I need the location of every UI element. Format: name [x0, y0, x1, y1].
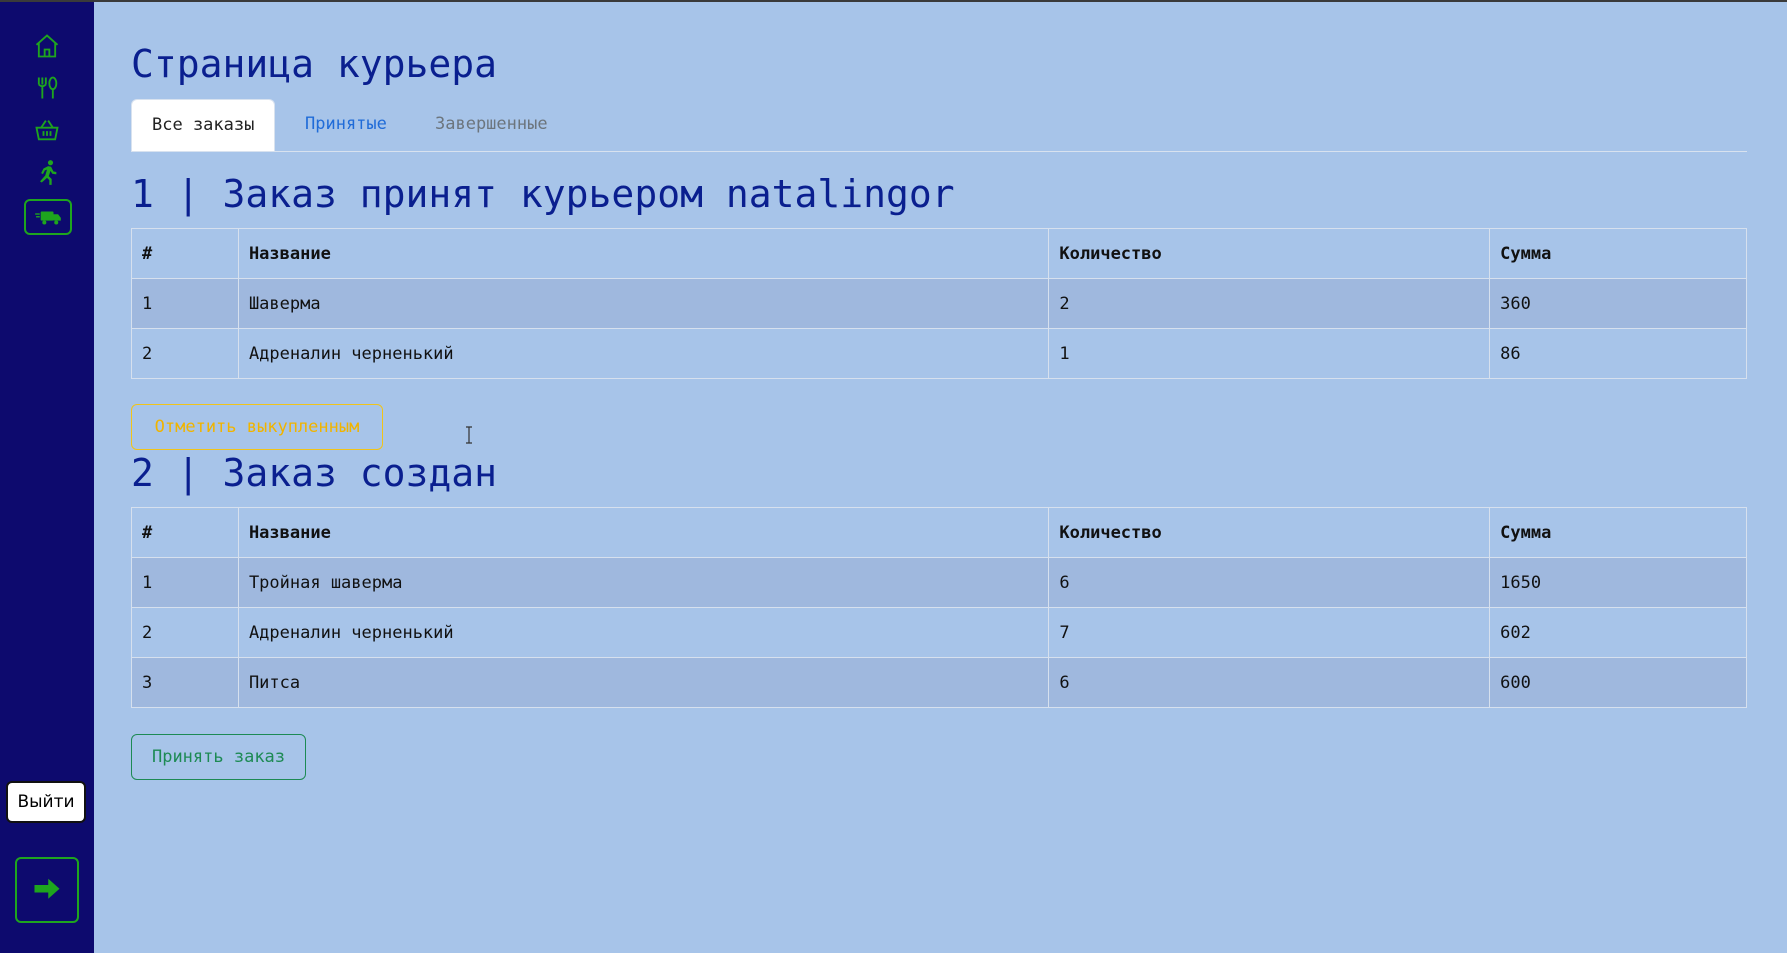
- cell-qty: 6: [1048, 657, 1491, 708]
- mark-purchased-button[interactable]: Отметить выкупленным: [131, 404, 383, 450]
- order-title: 2 | Заказ создан: [131, 451, 498, 495]
- cell-name: Адреналин черненький: [237, 328, 1050, 379]
- cell-name: Шаверма: [237, 278, 1050, 329]
- delivery-truck-icon[interactable]: [24, 199, 72, 235]
- cell-sum: 86: [1489, 328, 1747, 379]
- table-header-row: # Название Количество Сумма: [131, 507, 1747, 558]
- order-table: # Название Количество Сумма 1 Шаверма 2 …: [131, 228, 1747, 379]
- order-title: 1 | Заказ принят курьером natalingor: [131, 172, 955, 216]
- cell-sum: 1650: [1489, 557, 1747, 608]
- page-title: Страница курьера: [131, 42, 498, 86]
- running-person-icon[interactable]: [30, 155, 64, 189]
- logout-tooltip: Выйти: [6, 781, 86, 823]
- cell-sum: 602: [1489, 607, 1747, 658]
- order-table: # Название Количество Сумма 1 Тройная ша…: [131, 507, 1747, 708]
- cell-name: Адреналин черненький: [237, 607, 1050, 658]
- table-row: 2 Адреналин черненький 7 602: [131, 607, 1747, 658]
- col-qty: Количество: [1048, 507, 1491, 558]
- home-icon[interactable]: [30, 29, 64, 63]
- tab-completed[interactable]: Завершенные: [415, 99, 568, 151]
- cell-num: 2: [131, 328, 239, 379]
- cell-num: 1: [131, 278, 239, 329]
- cell-name: Тройная шаверма: [237, 557, 1050, 608]
- logout-button[interactable]: [15, 857, 79, 923]
- cell-qty: 7: [1048, 607, 1491, 658]
- basket-icon[interactable]: [30, 113, 64, 147]
- cell-num: 2: [131, 607, 239, 658]
- table-row: 3 Питса 6 600: [131, 657, 1747, 708]
- col-qty: Количество: [1048, 228, 1491, 279]
- cell-num: 1: [131, 557, 239, 608]
- tab-all-orders[interactable]: Все заказы: [131, 99, 276, 151]
- col-num: #: [131, 507, 239, 558]
- table-row: 2 Адреналин черненький 1 86: [131, 328, 1747, 379]
- table-header-row: # Название Количество Сумма: [131, 228, 1747, 279]
- tabs: Все заказы Принятые Завершенные: [131, 99, 1747, 152]
- sidebar: Выйти: [0, 2, 94, 953]
- col-sum: Сумма: [1489, 507, 1747, 558]
- cell-sum: 360: [1489, 278, 1747, 329]
- cell-name: Питса: [237, 657, 1050, 708]
- col-num: #: [131, 228, 239, 279]
- cell-qty: 1: [1048, 328, 1491, 379]
- arrow-right-icon: [34, 878, 60, 899]
- col-name: Название: [237, 228, 1050, 279]
- text-cursor-icon: [466, 426, 472, 444]
- table-row: 1 Шаверма 2 360: [131, 278, 1747, 329]
- cell-qty: 6: [1048, 557, 1491, 608]
- col-sum: Сумма: [1489, 228, 1747, 279]
- utensils-icon[interactable]: [30, 71, 64, 105]
- accept-order-button[interactable]: Принять заказ: [131, 734, 306, 780]
- col-name: Название: [237, 507, 1050, 558]
- cell-num: 3: [131, 657, 239, 708]
- tab-accepted[interactable]: Принятые: [285, 99, 407, 151]
- cell-sum: 600: [1489, 657, 1747, 708]
- table-row: 1 Тройная шаверма 6 1650: [131, 557, 1747, 608]
- cell-qty: 2: [1048, 278, 1491, 329]
